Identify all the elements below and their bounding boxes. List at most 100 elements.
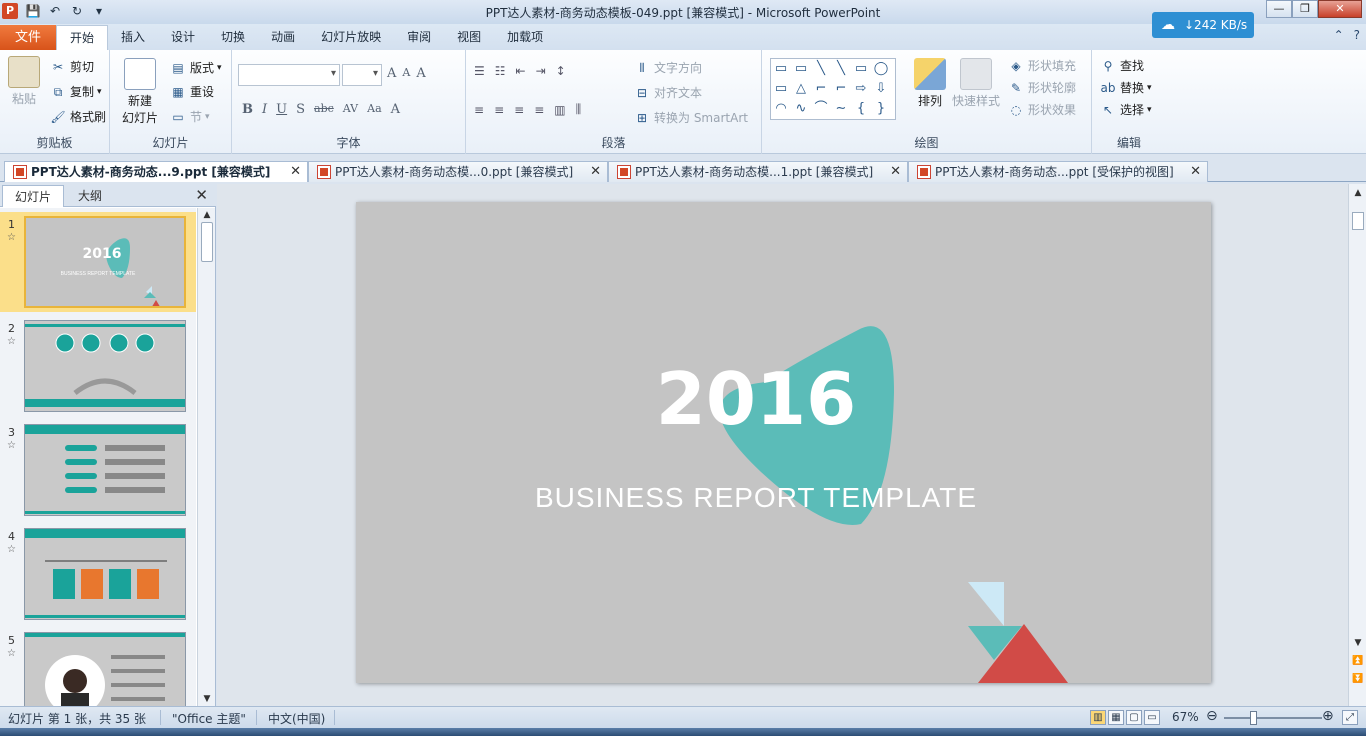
align-center-icon[interactable]: ≡ (494, 103, 504, 117)
line-shape-icon[interactable]: ╲ (811, 59, 831, 79)
doc-tab-4[interactable]: PPT达人素材-商务动态...ppt [受保护的视图] ✕ (908, 161, 1208, 182)
previous-slide-icon[interactable]: ⏫ (1349, 656, 1366, 666)
bullets-icon[interactable]: ☰ (474, 64, 485, 78)
left-brace-shape-icon[interactable]: { (851, 99, 871, 119)
minimize-button[interactable]: — (1266, 0, 1292, 18)
char-spacing-button[interactable]: AV (343, 102, 358, 117)
tab-insert[interactable]: 插入 (108, 25, 158, 50)
language-indicator[interactable]: 中文(中国) (268, 710, 325, 727)
doc-tab-1[interactable]: PPT达人素材-商务动态...9.ppt [兼容模式] ✕ (4, 161, 308, 182)
doc-tab-2[interactable]: PPT达人素材-商务动态模...0.ppt [兼容模式] ✕ (308, 161, 608, 182)
layout-button[interactable]: ▤ 版式 ▾ (170, 59, 221, 76)
arrow-line-shape-icon[interactable]: ╲ (831, 59, 851, 79)
restore-button[interactable]: ❐ (1292, 0, 1318, 18)
vertical-textbox-shape-icon[interactable]: ▭ (791, 59, 811, 79)
cut-button[interactable]: ✂ 剪切 (50, 58, 94, 75)
down-arrow-shape-icon[interactable]: ⇩ (871, 79, 891, 99)
tab-addins[interactable]: 加载项 (494, 25, 556, 50)
slide-thumbnail-4[interactable]: 4 ☆ (0, 524, 196, 624)
right-brace-shape-icon[interactable]: } (871, 99, 891, 119)
triangle-shape-icon[interactable]: △ (791, 79, 811, 99)
reset-button[interactable]: ▦ 重设 (170, 83, 214, 100)
quick-styles-button[interactable]: 快速样式 (952, 58, 1000, 109)
shape-effects-button[interactable]: ◌ 形状效果 (1008, 101, 1076, 118)
close-pane-icon[interactable]: ✕ (195, 186, 208, 204)
tab-outline[interactable]: 大纲 (66, 185, 114, 207)
tab-review[interactable]: 审阅 (394, 25, 444, 50)
shape-outline-button[interactable]: ✎ 形状轮廓 (1008, 79, 1076, 96)
line-spacing-icon[interactable]: ↕ (556, 64, 566, 78)
thumbnail-scrollbar[interactable]: ▲ ▼ (197, 208, 215, 706)
copy-button[interactable]: ⧉ 复制 ▾ (50, 83, 102, 100)
oval-shape-icon[interactable]: ◯ (871, 59, 891, 79)
network-speed-badge[interactable]: ☁ ↓242 KB/s (1152, 12, 1254, 38)
font-color-button[interactable]: A (391, 102, 400, 117)
align-right-icon[interactable]: ≡ (514, 103, 524, 117)
tab-view[interactable]: 视图 (444, 25, 494, 50)
decrease-indent-icon[interactable]: ⇤ (516, 64, 526, 78)
justify-icon[interactable]: ≡ (534, 103, 544, 117)
slide-thumbnail-1[interactable]: 1 ☆ 2016 BUSINESS REPORT TEMPLATE (0, 212, 196, 312)
current-slide[interactable]: 2016 BUSINESS REPORT TEMPLATE (356, 202, 1211, 683)
shrink-font-button[interactable]: A (402, 66, 410, 81)
scroll-up-icon[interactable]: ▲ (1349, 188, 1366, 198)
underline-button[interactable]: U (276, 102, 287, 117)
font-size-select[interactable] (342, 64, 382, 86)
rectangle-shape-icon[interactable]: ▭ (851, 59, 871, 79)
select-button[interactable]: ↖ 选择 ▾ (1100, 101, 1152, 118)
theme-name[interactable]: "Office 主题" (172, 710, 246, 727)
slide-thumbnail-3[interactable]: 3 ☆ (0, 420, 196, 520)
increase-indent-icon[interactable]: ⇥ (536, 64, 546, 78)
distribute-icon[interactable]: ▥ (554, 103, 565, 117)
find-button[interactable]: ⚲ 查找 (1100, 57, 1144, 74)
numbering-icon[interactable]: ☷ (495, 64, 506, 78)
scroll-up-icon[interactable]: ▲ (198, 210, 216, 220)
arc-shape-icon[interactable]: ⌒ (811, 99, 831, 119)
change-case-button[interactable]: Aa (367, 102, 382, 117)
slide-title-year[interactable]: 2016 (356, 357, 1156, 441)
help-icon[interactable]: ? (1354, 28, 1360, 42)
grow-font-button[interactable]: A (387, 66, 396, 81)
curve-shape-icon[interactable]: ∿ (791, 99, 811, 119)
strikethrough-button[interactable]: abc (314, 102, 334, 117)
textbox-shape-icon[interactable]: ▭ (771, 59, 791, 79)
slide-sorter-icon[interactable]: ▦ (1108, 710, 1124, 725)
doc-tab-3[interactable]: PPT达人素材-商务动态模...1.ppt [兼容模式] ✕ (608, 161, 908, 182)
tab-transitions[interactable]: 切换 (208, 25, 258, 50)
scroll-thumb[interactable] (1352, 212, 1364, 230)
scroll-down-icon[interactable]: ▼ (1349, 638, 1366, 648)
close-tab-icon[interactable]: ✕ (1190, 162, 1201, 182)
font-family-select[interactable] (238, 64, 340, 86)
minimize-ribbon-icon[interactable]: ⌃ (1334, 28, 1344, 42)
slide-thumbnail-2[interactable]: 2 ☆ (0, 316, 196, 416)
smartart-button[interactable]: ⊞ 转换为 SmartArt (634, 109, 748, 126)
slideshow-icon[interactable]: ▭ (1144, 710, 1160, 725)
normal-view-icon[interactable]: ▥ (1090, 710, 1106, 725)
reading-view-icon[interactable]: ▢ (1126, 710, 1142, 725)
zoom-out-icon[interactable]: ⊖ (1206, 708, 1218, 724)
italic-button[interactable]: I (262, 102, 267, 117)
close-tab-icon[interactable]: ✕ (890, 162, 901, 182)
editor-scrollbar[interactable]: ▲ ▼ ⏫ ⏬ (1348, 184, 1366, 706)
bold-button[interactable]: B (242, 102, 253, 117)
right-arrow-shape-icon[interactable]: ⇨ (851, 79, 871, 99)
align-text-button[interactable]: ⊟ 对齐文本 (634, 84, 702, 101)
zoom-in-icon[interactable]: ⊕ (1322, 708, 1334, 724)
scroll-thumb[interactable] (201, 222, 213, 262)
section-button[interactable]: ▭ 节 ▾ (170, 108, 209, 125)
elbow-arrow-connector-icon[interactable]: ⌐ (831, 79, 851, 99)
close-tab-icon[interactable]: ✕ (590, 162, 601, 182)
close-button[interactable]: ✕ (1318, 0, 1362, 18)
rounded-rect-shape-icon[interactable]: ▭ (771, 79, 791, 99)
light-blue-triangle[interactable] (968, 582, 1004, 626)
tab-slideshow[interactable]: 幻灯片放映 (308, 25, 394, 50)
tab-animations[interactable]: 动画 (258, 25, 308, 50)
replace-button[interactable]: ab 替换 ▾ (1100, 79, 1152, 96)
new-slide-button[interactable]: 新建 幻灯片 (118, 58, 162, 126)
callout-shape-icon[interactable]: ◠ (771, 99, 791, 119)
fit-to-window-icon[interactable]: ⤢ (1342, 710, 1358, 725)
paste-button[interactable]: 粘贴 (6, 56, 42, 107)
zoom-slider-knob[interactable] (1250, 711, 1257, 725)
zoom-level[interactable]: 67% (1172, 710, 1199, 724)
tab-slides[interactable]: 幻灯片 (2, 185, 65, 207)
